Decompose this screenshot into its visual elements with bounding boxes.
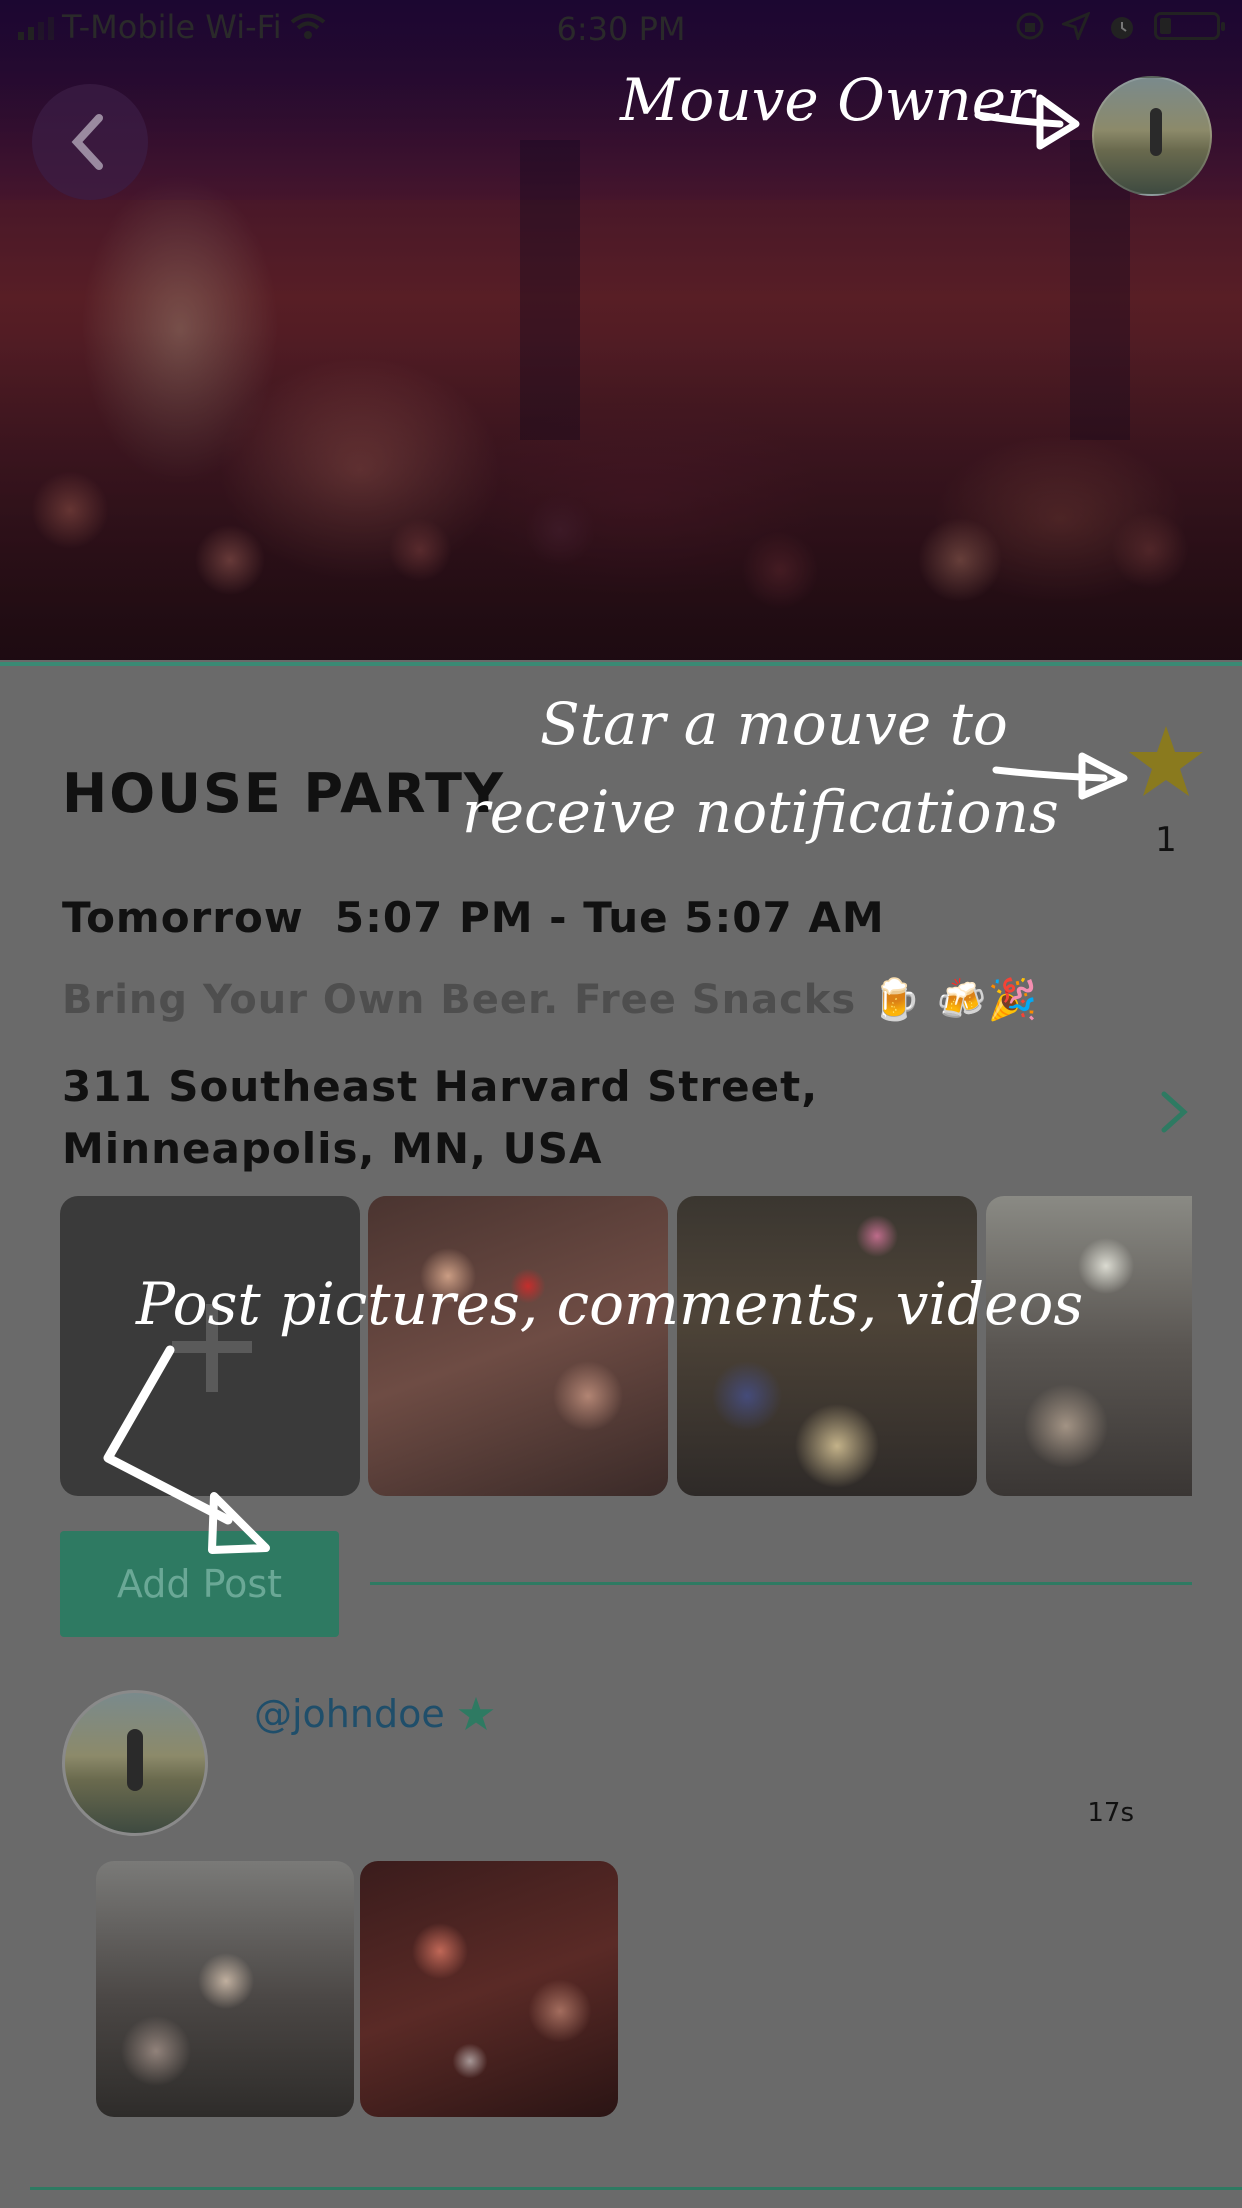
post-image[interactable]: [96, 1861, 354, 2117]
star-icon: [458, 1696, 494, 1731]
media-thumbnail[interactable]: [368, 1196, 668, 1496]
back-button[interactable]: [32, 84, 148, 200]
media-thumbnail[interactable]: [677, 1196, 977, 1496]
arrow-star: [992, 766, 1108, 782]
event-time: Tomorrow 5:07 PM - Tue 5:07 AM: [62, 893, 885, 942]
post-image[interactable]: [360, 1861, 618, 2117]
annotation-post: Post pictures, comments, videos: [136, 1270, 1084, 1338]
section-divider: [30, 2187, 1242, 2190]
event-title: HOUSE PARTY: [62, 762, 506, 825]
add-media-tile[interactable]: [60, 1196, 360, 1496]
username[interactable]: @johndoe: [254, 1692, 445, 1736]
event-description: Bring Your Own Beer. Free Snacks 🍺 🍻🎉: [62, 977, 1039, 1023]
star-count: 1: [1155, 820, 1177, 860]
media-thumbnail[interactable]: [986, 1196, 1192, 1496]
avatar-figure: [1150, 108, 1162, 156]
annotation-star: receive notifications: [462, 778, 1059, 846]
battery-icon: [1154, 12, 1225, 40]
status-bar: T-Mobile Wi-Fi 6:30 PM: [0, 0, 1242, 60]
hero-divider: [0, 662, 1242, 666]
annotation-star: Star a mouve to: [540, 690, 1008, 758]
location-icon: [1062, 12, 1090, 40]
orientation-lock-icon: [1016, 12, 1044, 40]
chevron-right-icon[interactable]: [1156, 1090, 1192, 1134]
avatar[interactable]: [62, 1690, 208, 1836]
media-carousel[interactable]: [60, 1196, 1192, 1496]
post-author[interactable]: @johndoe: [254, 1692, 495, 1736]
add-post-button[interactable]: Add Post: [60, 1531, 339, 1637]
chevron-left-icon: [71, 114, 103, 170]
annotation-owner: Mouve Owner: [620, 66, 1034, 134]
alarm-icon: [1111, 17, 1133, 39]
post-timestamp: 17s: [1087, 1798, 1134, 1828]
owner-avatar[interactable]: [1092, 76, 1212, 196]
section-divider: [370, 1582, 1192, 1585]
star-icon[interactable]: [1126, 722, 1206, 802]
arrowhead-star: [1078, 752, 1128, 800]
avatar-figure: [127, 1729, 143, 1791]
event-address[interactable]: 311 Southeast Harvard Street, Minneapoli…: [62, 1056, 1102, 1180]
status-icons: [1014, 10, 1225, 42]
